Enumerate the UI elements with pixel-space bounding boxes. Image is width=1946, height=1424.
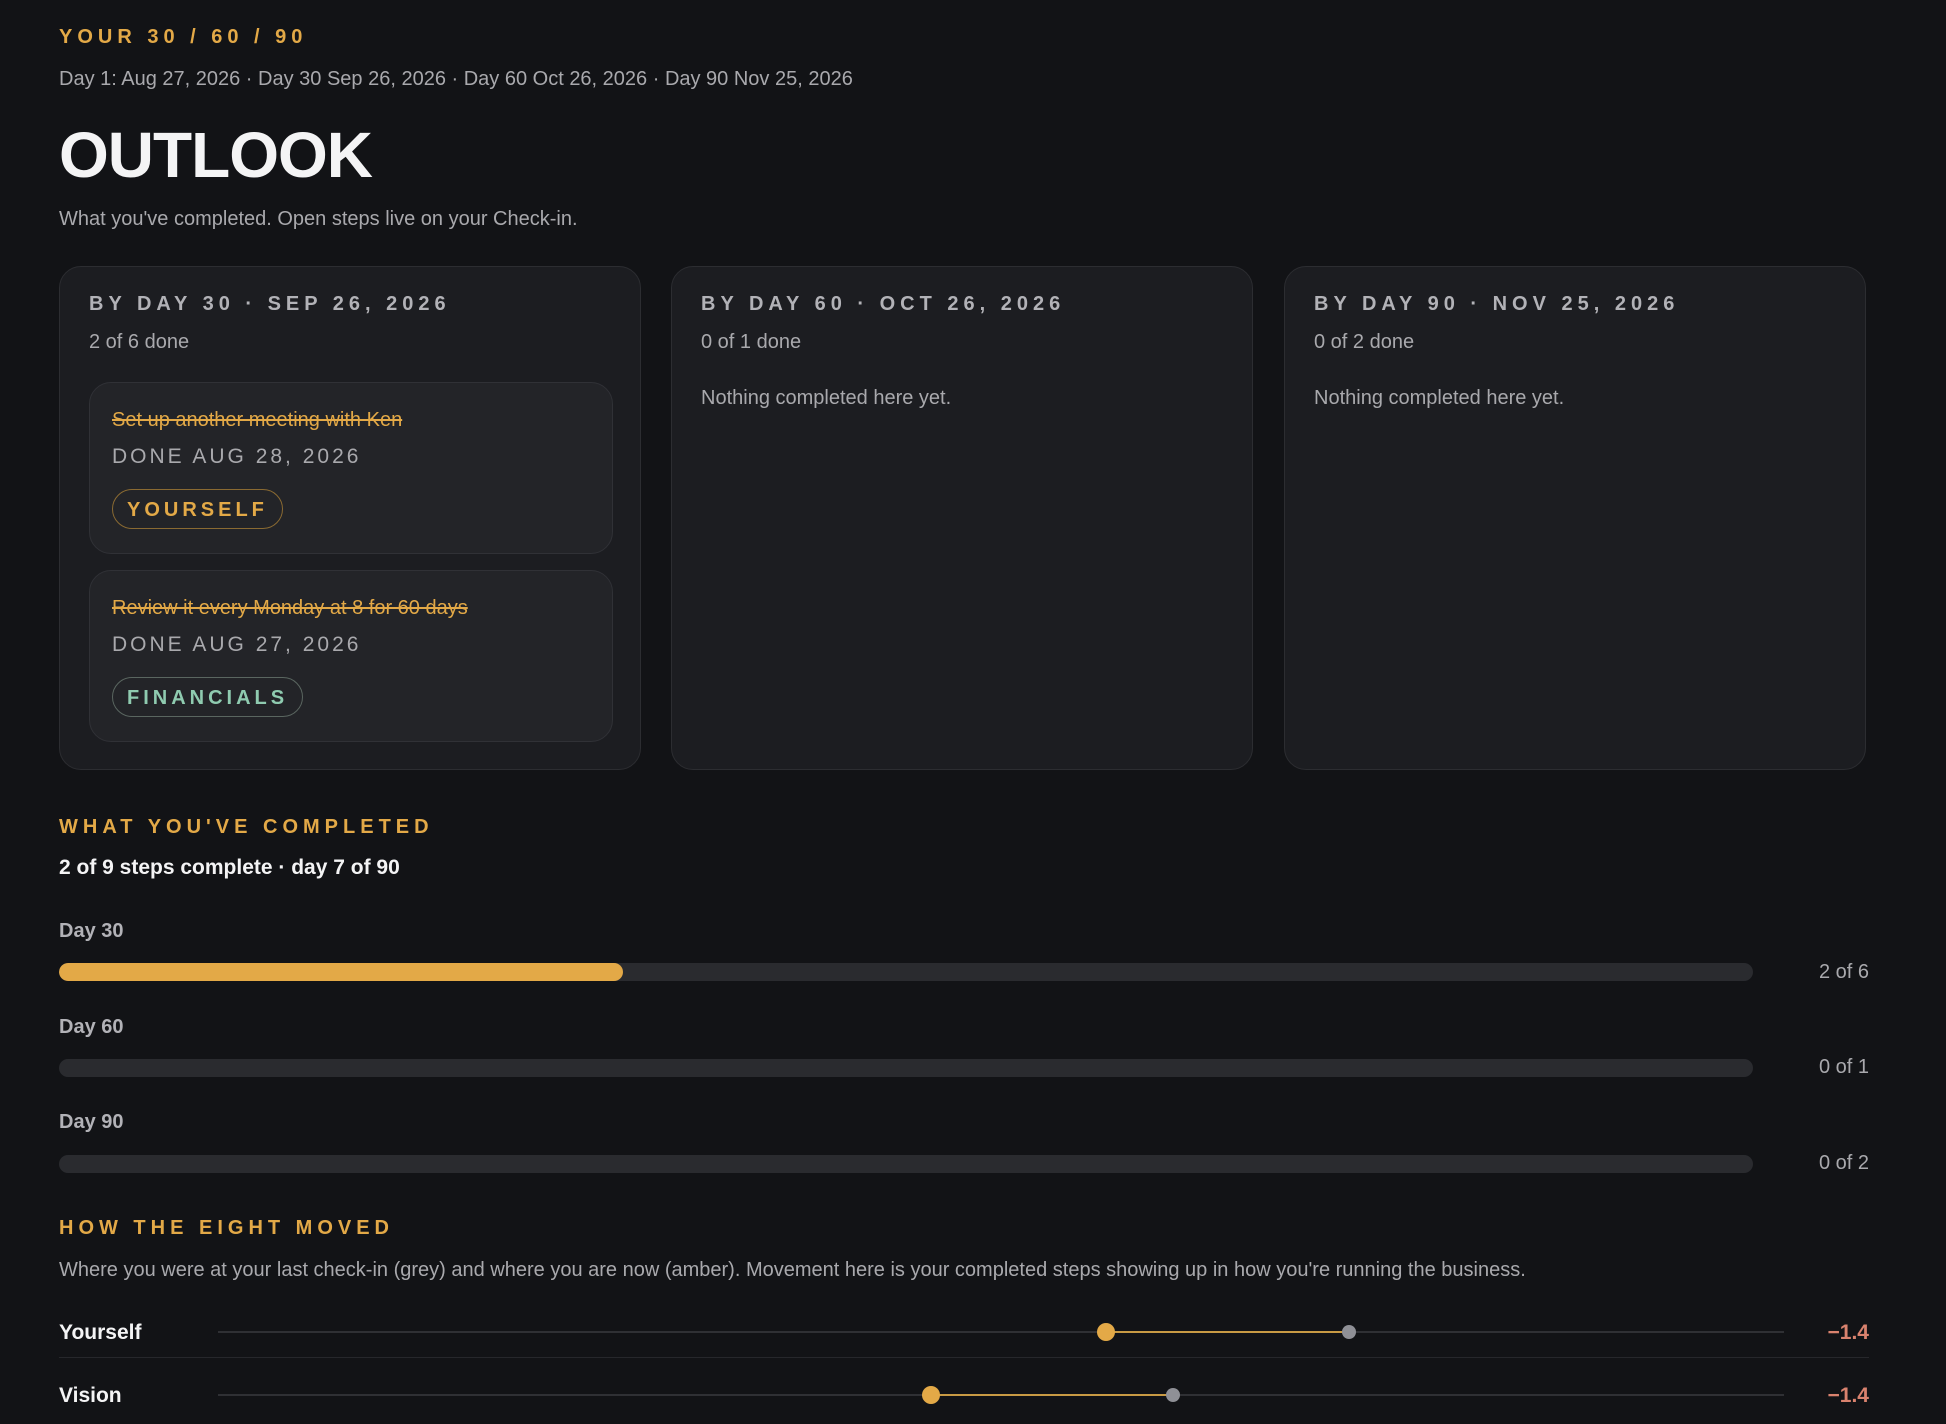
completed-step-card[interactable]: Set up another meeting with Ken DONE AUG… bbox=[89, 382, 613, 554]
progress-label: Day 60 bbox=[59, 1016, 124, 1038]
progress-bar bbox=[59, 963, 1753, 981]
completed-step-card[interactable]: Review it every Monday at 8 for 60 days … bbox=[89, 570, 613, 742]
column-heading: BY DAY 30 · SEP 26, 2026 bbox=[89, 293, 451, 315]
column-count: 0 of 1 done bbox=[701, 331, 802, 353]
page-subtitle: What you've completed. Open steps live o… bbox=[59, 208, 578, 230]
progress-fill bbox=[59, 963, 624, 981]
previous-score-dot bbox=[1341, 1325, 1356, 1339]
eight-section-label: HOW THE EIGHT MOVED bbox=[59, 1217, 394, 1239]
section-eyebrow: YOUR 30 / 60 / 90 bbox=[59, 26, 308, 48]
step-done-date: DONE AUG 27, 2026 bbox=[112, 633, 362, 656]
column-day-90: BY DAY 90 · NOV 25, 2026 0 of 2 done Not… bbox=[1284, 266, 1866, 770]
current-score-dot bbox=[1096, 1323, 1115, 1341]
score-delta: −1.4 bbox=[1827, 1321, 1869, 1344]
page-title: OUTLOOK bbox=[59, 119, 373, 191]
previous-score-dot bbox=[1166, 1388, 1181, 1402]
scale-track bbox=[218, 1331, 1784, 1333]
progress-bar bbox=[59, 1155, 1753, 1173]
column-day-30: BY DAY 30 · SEP 26, 2026 2 of 6 done Set… bbox=[59, 266, 641, 770]
row-divider bbox=[59, 1357, 1869, 1358]
area-name: Vision bbox=[59, 1384, 122, 1407]
movement-segment bbox=[1105, 1331, 1349, 1333]
area-row[interactable]: Yourself −1.4 bbox=[59, 1308, 1869, 1358]
empty-state: Nothing completed here yet. bbox=[1314, 387, 1565, 409]
progress-label: Day 30 bbox=[59, 920, 124, 942]
empty-state: Nothing completed here yet. bbox=[701, 387, 952, 409]
score-delta: −1.4 bbox=[1827, 1384, 1869, 1407]
category-tag[interactable]: FINANCIALS bbox=[112, 677, 304, 717]
completed-section-label: WHAT YOU'VE COMPLETED bbox=[59, 816, 434, 838]
column-count: 2 of 6 done bbox=[89, 331, 190, 353]
column-heading: BY DAY 60 · OCT 26, 2026 bbox=[701, 293, 1066, 315]
progress-count: 0 of 1 bbox=[1818, 1056, 1869, 1078]
column-day-60: BY DAY 60 · OCT 26, 2026 0 of 1 done Not… bbox=[671, 266, 1253, 770]
milestone-columns: BY DAY 30 · SEP 26, 2026 2 of 6 done Set… bbox=[59, 266, 1869, 772]
step-text: Review it every Monday at 8 for 60 days bbox=[112, 597, 468, 619]
column-heading: BY DAY 90 · NOV 25, 2026 bbox=[1314, 293, 1680, 315]
area-row[interactable]: Vision −1.4 bbox=[59, 1371, 1869, 1421]
date-range: Day 1: Aug 27, 2026 · Day 30 Sep 26, 202… bbox=[59, 68, 853, 90]
area-name: Yourself bbox=[59, 1321, 142, 1344]
current-score-dot bbox=[921, 1386, 940, 1404]
completion-summary: 2 of 9 steps complete · day 7 of 90 bbox=[59, 856, 400, 879]
step-done-date: DONE AUG 28, 2026 bbox=[112, 445, 362, 468]
progress-count: 2 of 6 bbox=[1818, 961, 1869, 983]
progress-count: 0 of 2 bbox=[1818, 1152, 1869, 1174]
column-count: 0 of 2 done bbox=[1314, 331, 1415, 353]
movement-segment bbox=[930, 1394, 1174, 1396]
step-text: Set up another meeting with Ken bbox=[112, 409, 403, 431]
category-tag[interactable]: YOURSELF bbox=[112, 489, 283, 529]
progress-bar bbox=[59, 1059, 1753, 1077]
progress-label: Day 90 bbox=[59, 1111, 124, 1133]
eight-description: Where you were at your last check-in (gr… bbox=[59, 1259, 1526, 1281]
